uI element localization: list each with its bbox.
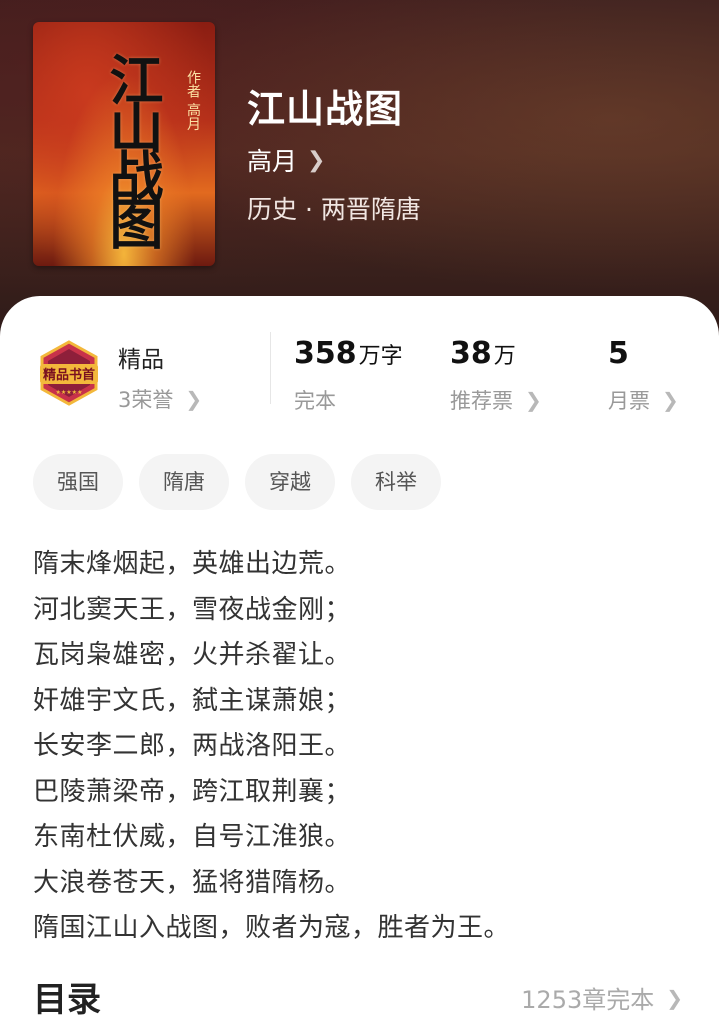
synopsis-line: 大浪卷苍天，猛将猎隋杨。	[33, 867, 352, 898]
honor-count-link[interactable]: 3荣誉 ❯	[118, 384, 202, 414]
tag-chip[interactable]: 强国	[33, 454, 123, 510]
synopsis-line: 巴陵萧梁帝，跨江取荆襄；	[33, 776, 352, 807]
book-genre: 历史 · 两晋隋唐	[247, 195, 421, 224]
toc-chapter-count: 1253章完本	[521, 986, 655, 1014]
toc-title: 目录	[33, 980, 101, 1020]
stat-recommend-votes[interactable]: 38 万 推荐票 ❯	[450, 336, 542, 415]
honor-badge-icon[interactable]: 精品书首 ★★★★★	[36, 340, 102, 406]
honor-name: 精品	[118, 347, 164, 373]
synopsis-line: 河北窦天王，雪夜战金刚；	[33, 594, 352, 625]
badge-text: 精品书首	[43, 367, 95, 383]
author-name: 高月	[247, 147, 298, 176]
tag-list: 强国 隋唐 穿越 科举	[33, 454, 441, 510]
cover-title: 江山战图	[100, 52, 164, 244]
chevron-right-icon: ❯	[662, 388, 679, 412]
book-detail-sheet: 精品书首 ★★★★★ 精品 3荣誉 ❯ 358 万字 完本 38 万 推荐票 ❯ 5 …	[0, 296, 719, 1024]
stat-label: 推荐票	[450, 389, 513, 413]
synopsis-line: 隋末烽烟起，英雄出边荒。	[33, 549, 352, 579]
stat-value: 358	[294, 336, 357, 371]
chevron-right-icon: ❯	[185, 387, 203, 411]
chevron-right-icon: ❯	[525, 388, 542, 412]
book-synopsis[interactable]: 隋末烽烟起，英雄出边荒。 河北窦天王，雪夜战金刚； 瓦岗枭雄密，火并杀翟让。 奸…	[33, 542, 693, 952]
honor-count: 3荣誉	[118, 388, 174, 412]
stat-monthly-votes[interactable]: 5 月票 ❯	[608, 336, 679, 415]
synopsis-line: 东南杜伏威，自号江淮狼。	[33, 822, 352, 852]
stat-word-count: 358 万字 完本	[294, 336, 403, 415]
stat-unit: 万	[493, 344, 516, 369]
stat-value: 38	[450, 336, 492, 371]
book-title: 江山战图	[247, 86, 404, 131]
book-header: 江山战图 作者 高月 江山战图 高月 ❯ 历史 · 两晋隋唐	[0, 0, 719, 340]
cover-author: 作者 高月	[185, 70, 201, 131]
chevron-right-icon: ❯	[666, 985, 683, 1010]
divider	[270, 332, 271, 404]
synopsis-line: 奸雄宇文氏，弑主谋萧娘；	[33, 685, 352, 716]
book-cover[interactable]: 江山战图 作者 高月	[33, 22, 215, 266]
tag-chip[interactable]: 科举	[351, 454, 441, 510]
synopsis-line: 隋国江山入战图，败者为寇，胜者为王。	[33, 913, 511, 943]
tag-chip[interactable]: 穿越	[245, 454, 335, 510]
author-link[interactable]: 高月 ❯	[247, 142, 325, 178]
stat-label: 月票	[608, 389, 650, 413]
tag-chip[interactable]: 隋唐	[139, 454, 229, 510]
synopsis-line: 瓦岗枭雄密，火并杀翟让。	[33, 640, 352, 670]
svg-text:★★★★★: ★★★★★	[56, 389, 83, 396]
chevron-right-icon: ❯	[307, 147, 326, 173]
toc-link[interactable]: 1253章完本 ❯	[521, 980, 683, 1015]
synopsis-line: 长安李二郎，两战洛阳王。	[33, 731, 352, 761]
stat-value: 5	[608, 336, 629, 371]
stat-label: 完本	[294, 389, 336, 413]
stat-unit: 万字	[358, 344, 403, 369]
